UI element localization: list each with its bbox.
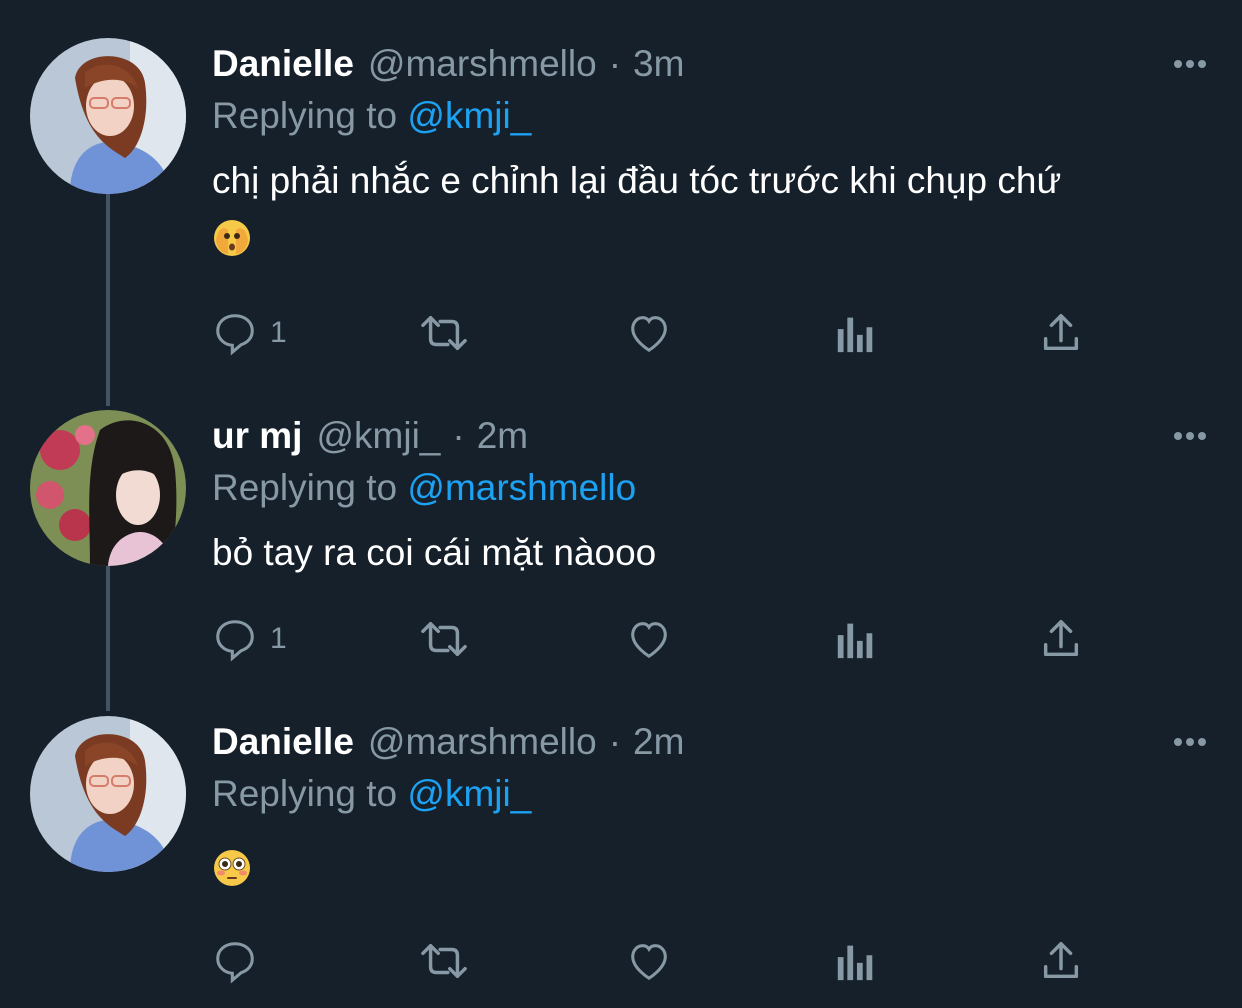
replying-prefix: Replying to — [212, 773, 398, 814]
timestamp[interactable]: 2m — [633, 716, 684, 768]
like-icon — [631, 944, 667, 981]
analytics-icon — [837, 945, 873, 981]
tweet-actions: 1 — [212, 614, 1112, 664]
separator-dot: · — [608, 43, 622, 84]
like-icon — [631, 316, 667, 353]
analytics-icon — [837, 623, 873, 659]
retweet-icon — [421, 621, 467, 657]
more-icon[interactable] — [1168, 416, 1212, 456]
retweet-button[interactable] — [416, 936, 472, 986]
separator-dot: · — [452, 415, 465, 456]
reply-button[interactable]: 1 — [212, 308, 287, 358]
tweet-text: chị phải nhắc e chỉnh lại đầu tóc trước … — [212, 160, 1062, 201]
share-icon — [1043, 620, 1079, 657]
reply-button[interactable] — [212, 936, 270, 986]
like-button[interactable] — [625, 614, 673, 664]
mention-link[interactable]: @kmji_ — [407, 95, 531, 136]
timestamp[interactable]: 2m — [477, 410, 528, 462]
tweet[interactable]: ur mj @kmji_ · 2m Replying to @marshmell… — [0, 410, 1242, 670]
replying-prefix: Replying to — [212, 467, 398, 508]
share-button[interactable] — [1038, 614, 1084, 664]
replying-to: Replying to @marshmello — [212, 462, 636, 514]
display-name[interactable]: ur mj — [212, 410, 302, 462]
reply-button[interactable]: 1 — [212, 614, 287, 664]
analytics-icon — [837, 317, 873, 353]
tweet[interactable]: Danielle @marshmello · 2m Replying to @k… — [0, 716, 1242, 986]
timestamp[interactable]: 3m — [633, 38, 684, 90]
reply-icon — [216, 620, 254, 662]
tweet-header: Danielle @marshmello · 2m — [212, 716, 684, 768]
reply-icon — [216, 314, 254, 356]
tweet-actions: 1 — [212, 308, 1112, 358]
analytics-button[interactable] — [834, 936, 878, 986]
reply-icon — [216, 942, 254, 984]
reply-count: 1 — [270, 622, 287, 655]
share-button[interactable] — [1038, 936, 1084, 986]
replying-prefix: Replying to — [212, 95, 398, 136]
like-button[interactable] — [625, 936, 673, 986]
retweet-button[interactable] — [416, 614, 472, 664]
avatar[interactable] — [30, 410, 186, 566]
avatar[interactable] — [30, 38, 186, 194]
mention-link[interactable]: @kmji_ — [407, 773, 531, 814]
display-name[interactable]: Danielle — [212, 38, 354, 90]
replying-to: Replying to @kmji_ — [212, 768, 531, 820]
user-handle[interactable]: @kmji_ — [316, 410, 440, 462]
tweet-header: ur mj @kmji_ · 2m — [212, 410, 528, 462]
reply-count: 1 — [270, 316, 287, 349]
share-icon — [1043, 942, 1079, 979]
mention-link[interactable]: @marshmello — [407, 467, 636, 508]
retweet-button[interactable] — [416, 308, 472, 358]
display-name[interactable]: Danielle — [212, 716, 354, 768]
tweet[interactable]: Danielle @marshmello · 3m Replying to @k… — [0, 38, 1242, 368]
avatar[interactable] — [30, 716, 186, 872]
user-handle[interactable]: @marshmello — [368, 716, 597, 768]
tweet-header: Danielle @marshmello · 3m — [212, 38, 684, 90]
replying-to: Replying to @kmji_ — [212, 90, 531, 142]
user-handle[interactable]: @marshmello — [368, 38, 597, 90]
tweet-text: bỏ tay ra coi cái mặt nàooo — [212, 532, 657, 573]
retweet-icon — [421, 315, 467, 351]
separator-dot: · — [608, 721, 622, 762]
share-icon — [1043, 314, 1079, 351]
like-button[interactable] — [625, 308, 673, 358]
flushed-face-icon — [212, 848, 252, 888]
like-icon — [631, 622, 667, 659]
retweet-icon — [421, 943, 467, 979]
analytics-button[interactable] — [834, 308, 878, 358]
tweet-actions — [212, 936, 1112, 986]
analytics-button[interactable] — [834, 614, 878, 664]
more-icon[interactable] — [1168, 722, 1212, 762]
share-button[interactable] — [1038, 308, 1084, 358]
more-icon[interactable] — [1168, 44, 1212, 84]
face-peeking-through-hands-icon — [212, 218, 252, 258]
